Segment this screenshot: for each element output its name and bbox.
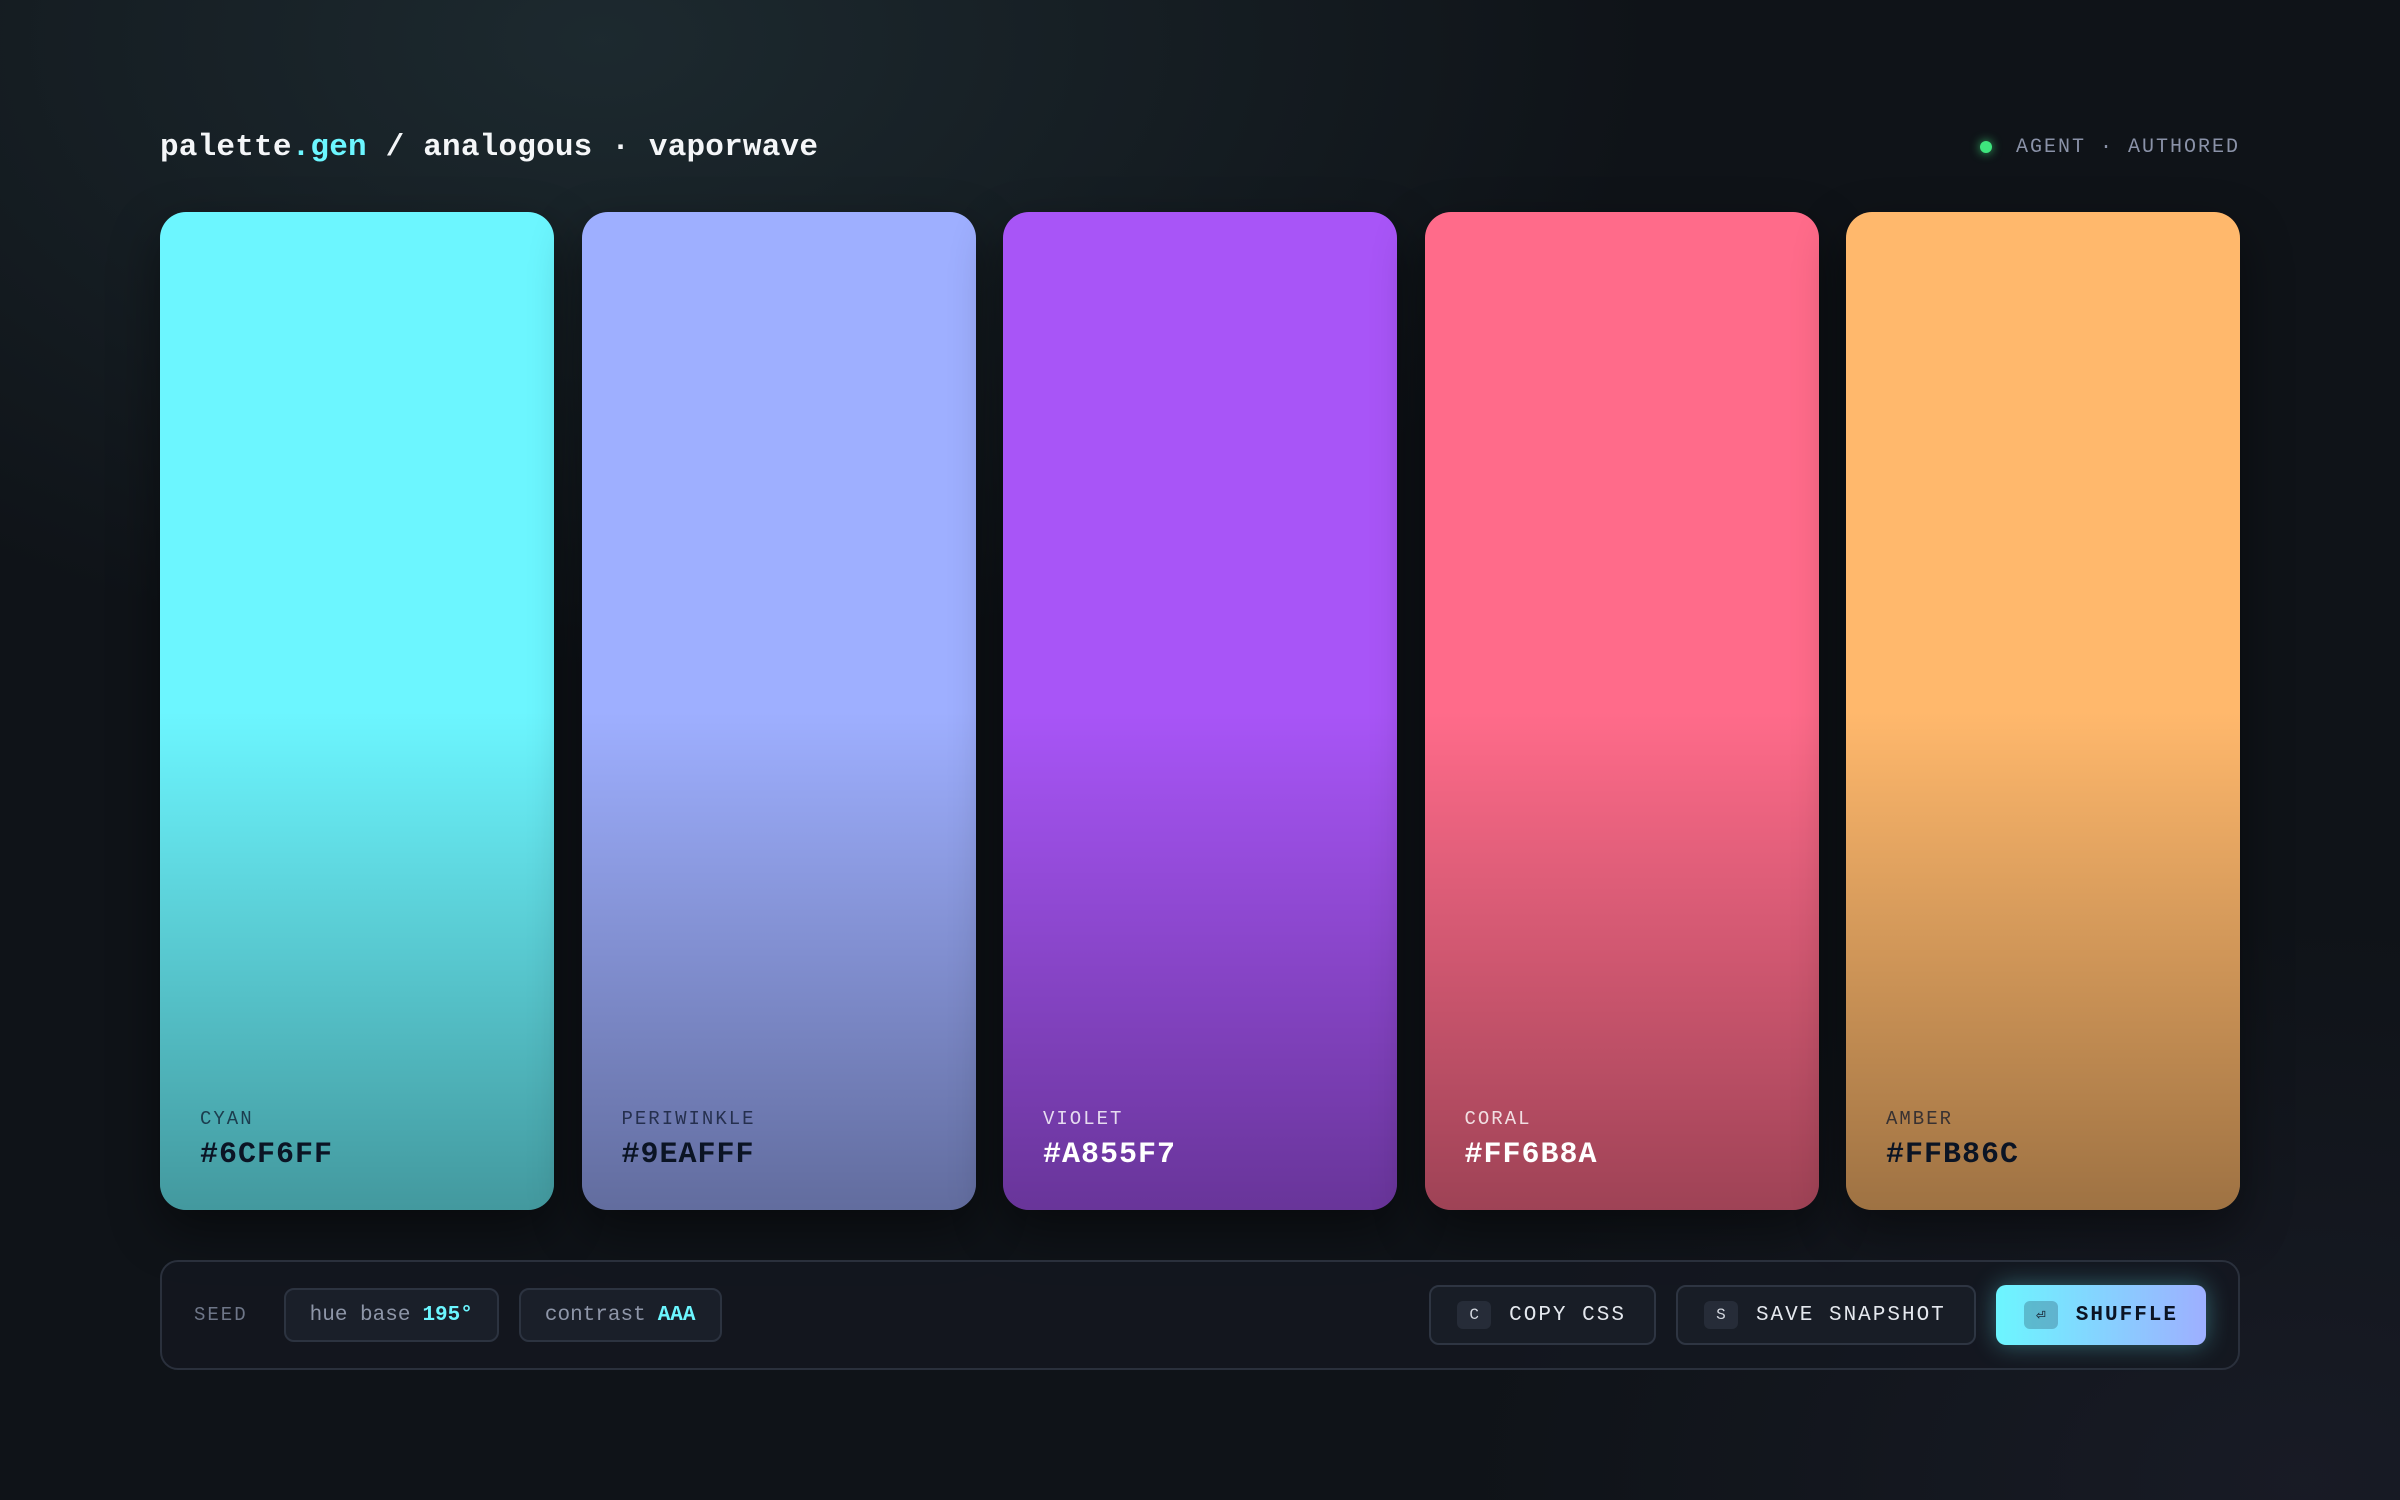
shuffle-label: SHUFFLE [2075, 1303, 2178, 1327]
swatch-amber[interactable]: AMBER #FFB86C [1846, 212, 2240, 1210]
seed-label: SEED [194, 1304, 248, 1326]
contrast-label: contrast [544, 1303, 646, 1327]
swatch-name: AMBER [1886, 1108, 1954, 1130]
status-indicator: AGENT · AUTHORED [1979, 135, 2240, 159]
swatch-shade [160, 212, 554, 1210]
hue-base-chip[interactable]: hue base 195° [283, 1288, 499, 1342]
save-shortcut-key: S [1703, 1301, 1738, 1329]
swatch-name: CYAN [200, 1108, 254, 1130]
title-rest: / analogous · vaporwave [366, 129, 819, 165]
page-title: palette.gen / analogous · vaporwave [160, 130, 818, 165]
swatch-hex[interactable]: #FFB86C [1886, 1138, 2019, 1172]
title-accent: .gen [291, 129, 367, 165]
swatch-shade [1424, 212, 1819, 1210]
swatch-shade [1003, 212, 1397, 1210]
copy-css-button[interactable]: C COPY CSS [1429, 1285, 1656, 1345]
copy-css-label: COPY CSS [1509, 1303, 1626, 1327]
hue-base-value: 195° [422, 1303, 473, 1327]
swatch-coral[interactable]: CORAL #FF6B8A [1424, 212, 1819, 1210]
shuffle-button[interactable]: ⏎ SHUFFLE [1995, 1285, 2206, 1345]
contrast-value: AAA [657, 1303, 696, 1327]
header: palette.gen / analogous · vaporwave AGEN… [160, 122, 2240, 172]
hue-base-label: hue base [309, 1303, 411, 1327]
status-dot-icon [1979, 141, 1992, 153]
swatch-row: CYAN #6CF6FF PERIWINKLE #9EAFFF VIOLET #… [160, 212, 2240, 1210]
swatch-hex[interactable]: #FF6B8A [1465, 1138, 1598, 1172]
swatch-violet[interactable]: VIOLET #A855F7 [1003, 212, 1397, 1210]
save-snapshot-label: SAVE SNAPSHOT [1755, 1303, 1946, 1327]
contrast-chip[interactable]: contrast AAA [518, 1288, 722, 1342]
swatch-name: PERIWINKLE [621, 1108, 756, 1130]
enter-key-icon: ⏎ [2023, 1301, 2058, 1329]
swatch-cyan[interactable]: CYAN #6CF6FF [160, 212, 554, 1210]
swatch-hex[interactable]: #9EAFFF [622, 1138, 755, 1172]
title-brand: palette [160, 129, 292, 165]
swatch-periwinkle[interactable]: PERIWINKLE #9EAFFF [581, 212, 976, 1210]
swatch-name: CORAL [1464, 1108, 1532, 1130]
control-bar: SEED hue base 195° contrast AAA C COPY CSS… [160, 1260, 2240, 1370]
status-label: AGENT · AUTHORED [2015, 135, 2240, 159]
swatch-name: VIOLET [1043, 1108, 1124, 1130]
swatch-hex[interactable]: #6CF6FF [200, 1138, 333, 1172]
save-snapshot-button[interactable]: S SAVE SNAPSHOT [1675, 1285, 1976, 1345]
swatch-hex[interactable]: #A855F7 [1043, 1138, 1176, 1172]
copy-shortcut-key: C [1457, 1301, 1492, 1329]
swatch-shade [1846, 212, 2240, 1210]
swatch-shade [581, 212, 976, 1210]
